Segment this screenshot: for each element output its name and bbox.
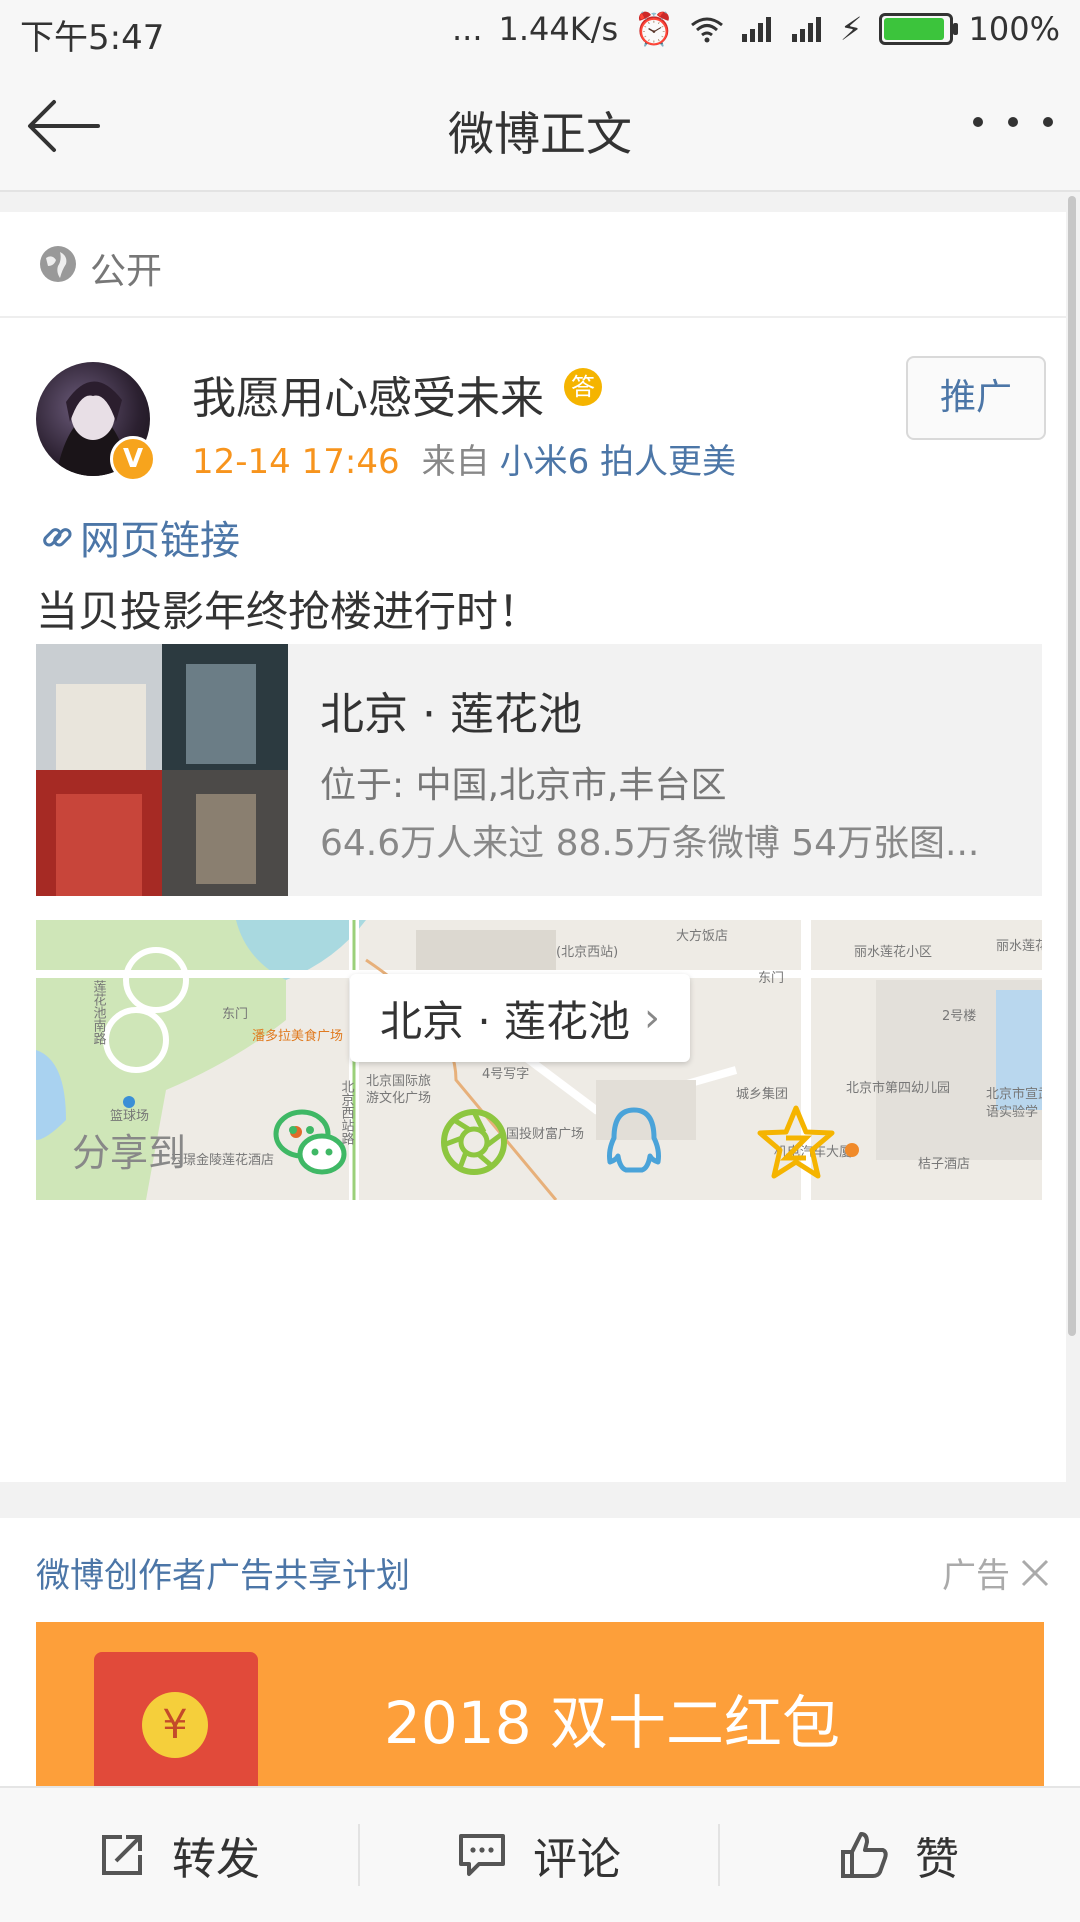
post-meta: 12-14 17:46 来自 小米6 拍人更美 xyxy=(192,434,736,483)
repost-button[interactable]: 转发 xyxy=(0,1788,358,1922)
location-title: 北京 · 莲花池 xyxy=(320,689,582,740)
qq-icon[interactable] xyxy=(594,1102,674,1182)
qzone-star-icon[interactable] xyxy=(756,1102,836,1182)
status-bar: 下午5:47 ... 1.44K/s ⏰ ⚡ 100% xyxy=(0,0,1080,62)
close-icon[interactable] xyxy=(1020,1558,1050,1588)
promote-button[interactable]: 推广 xyxy=(906,356,1046,440)
chevron-right-icon: › xyxy=(644,995,661,1041)
svg-text:北京市宣武区: 北京市宣武区 xyxy=(986,1086,1042,1102)
location-address: 位于: 中国,北京市,丰台区 xyxy=(320,765,727,806)
thumbs-up-icon xyxy=(841,1832,888,1878)
more-options-icon[interactable] xyxy=(968,102,1058,142)
signal-icon-2 xyxy=(792,17,822,42)
battery-fill xyxy=(883,18,944,40)
like-button[interactable]: 赞 xyxy=(720,1788,1078,1922)
battery-percent: 100% xyxy=(968,10,1060,48)
page-title: 微博正文 xyxy=(448,107,632,161)
comment-label: 评论 xyxy=(533,1834,621,1885)
comment-icon xyxy=(459,1834,505,1876)
web-link-label: 网页链接 xyxy=(80,518,240,564)
post-time: 12-14 17:46 xyxy=(192,442,400,482)
status-time: 下午5:47 xyxy=(20,18,165,58)
svg-text:2号楼: 2号楼 xyxy=(942,1009,976,1024)
svg-text:丽水莲花小区: 丽水莲花小区 xyxy=(854,944,932,960)
verified-badge: V xyxy=(110,436,156,482)
ad-plan-link[interactable]: 微博创作者广告共享计划 xyxy=(36,1548,410,1597)
from-label: 来自 xyxy=(421,442,490,482)
svg-text:北京国际旅: 北京国际旅 xyxy=(366,1074,431,1089)
signal-icon xyxy=(742,17,772,42)
network-speed: 1.44K/s xyxy=(498,10,619,48)
repost-label: 转发 xyxy=(172,1834,260,1885)
repost-icon xyxy=(102,1835,142,1875)
svg-text:国投财富广场: 国投财富广场 xyxy=(506,1126,584,1142)
svg-text:游文化广场: 游文化广场 xyxy=(366,1091,431,1106)
svg-text:大方饭店: 大方饭店 xyxy=(676,928,728,944)
location-map[interactable]: 大方饭店 丽水莲花小区 北京国际旅 游文化广场 潘多拉美食广场 国投财富广场 北… xyxy=(36,920,1042,1200)
device-source[interactable]: 小米6 拍人更美 xyxy=(500,442,736,482)
status-icons: ... 1.44K/s ⏰ ⚡ 100% xyxy=(452,10,1060,48)
web-link[interactable]: 网页链接 xyxy=(40,508,240,566)
like-label: 赞 xyxy=(915,1834,959,1885)
alarm-icon: ⏰ xyxy=(634,10,675,48)
moments-icon[interactable] xyxy=(434,1102,514,1182)
svg-text:潘多拉美食广场: 潘多拉美食广场 xyxy=(252,1028,343,1044)
svg-text:桔子酒店: 桔子酒店 xyxy=(918,1157,970,1172)
svg-text:东门: 东门 xyxy=(758,971,784,986)
nav-bar: 微博正文 xyxy=(0,62,1080,192)
svg-text:东门: 东门 xyxy=(222,1007,248,1022)
link-icon xyxy=(43,528,72,547)
post-card: 公开 V 我愿用心感受未来 答 12-14 17:46 来自 小米6 拍人更美 推广… xyxy=(0,212,1066,1482)
map-label-text: 北京 · 莲花池 xyxy=(379,996,631,1046)
svg-text:4号写字: 4号写字 xyxy=(482,1067,529,1082)
svg-text:丽水莲花河湖: 丽水莲花河湖 xyxy=(996,938,1042,954)
answer-medal-icon: 答 xyxy=(564,368,602,406)
ad-banner-title: 2018 双十二红包 xyxy=(384,1689,841,1757)
globe-icon xyxy=(40,246,76,282)
share-label: 分享到 xyxy=(72,1131,187,1175)
scrollbar[interactable] xyxy=(1068,196,1076,1336)
svg-text:北京市第四幼儿园: 北京市第四幼儿园 xyxy=(846,1080,950,1096)
location-card[interactable]: 北京 · 莲花池 位于: 中国,北京市,丰台区 64.6万人来过 88.5万条微… xyxy=(36,644,1042,896)
map-location-label[interactable]: 北京 · 莲花池 › xyxy=(350,974,690,1062)
bottom-action-bar: 转发 评论 赞 xyxy=(0,1786,1080,1922)
svg-text:(北京西站): (北京西站) xyxy=(556,945,618,960)
wifi-icon xyxy=(691,17,723,43)
location-thumbnail xyxy=(36,644,288,896)
post-text: 当贝投影年终抢楼进行时！ xyxy=(36,587,541,636)
svg-text:城乡集团: 城乡集团 xyxy=(736,1086,788,1102)
visibility-row: 公开 xyxy=(0,212,1066,318)
battery-icon xyxy=(878,13,958,45)
wechat-icon[interactable] xyxy=(270,1102,350,1182)
more-notifications-icon: ... xyxy=(452,10,483,48)
charging-icon: ⚡ xyxy=(840,10,863,48)
ad-tag[interactable]: 广告 xyxy=(942,1548,1050,1597)
visibility-label: 公开 xyxy=(90,251,163,292)
comment-button[interactable]: 评论 xyxy=(360,1788,718,1922)
svg-text:莲花池南路: 莲花池南路 xyxy=(91,980,107,1045)
svg-text:语实验学: 语实验学 xyxy=(986,1104,1038,1120)
username[interactable]: 我愿用心感受未来 xyxy=(192,362,544,426)
ad-tag-label: 广告 xyxy=(942,1556,1010,1596)
yuan-coin-icon: ¥ xyxy=(142,1692,208,1758)
location-stats: 64.6万人来过 88.5万条微博 54万张图... xyxy=(320,823,980,864)
